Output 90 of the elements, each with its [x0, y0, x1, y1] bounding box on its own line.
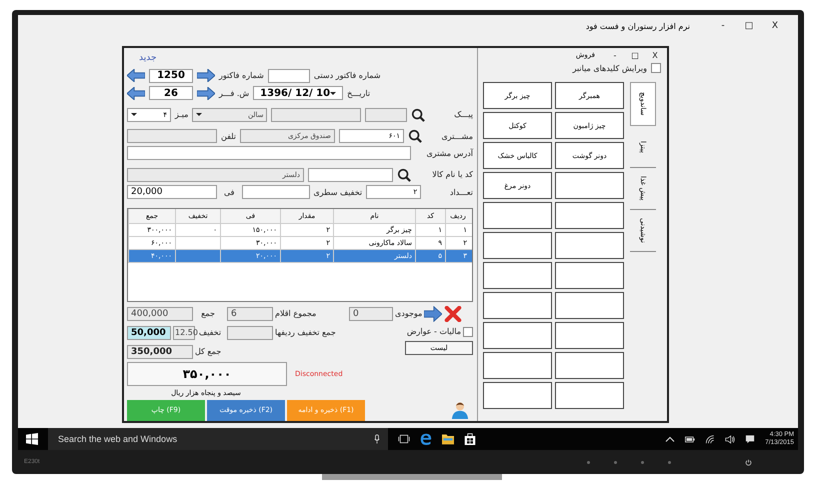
panel-control[interactable]: □ [625, 50, 645, 60]
wifi-icon[interactable] [705, 434, 716, 444]
search-icon[interactable] [408, 129, 422, 144]
menu-item-button[interactable] [555, 322, 624, 349]
store-bag-icon[interactable] [464, 433, 476, 445]
discount-percent-field[interactable]: 12.50 [173, 326, 195, 340]
monitor-button-icon[interactable] [668, 460, 671, 464]
field-label: موجودی [395, 309, 422, 318]
invoice-number-field[interactable]: 1250 [149, 68, 193, 83]
field-label: تعـــداد [448, 188, 473, 197]
discount-field[interactable]: 50,000 [127, 326, 171, 340]
menu-item-button[interactable] [483, 202, 552, 229]
tax-checkbox[interactable] [463, 326, 473, 337]
courier-code-field [365, 108, 408, 122]
field-label: کد یا نام کالا [431, 170, 473, 180]
field-label: پیـــک [453, 110, 473, 120]
menu-item-button[interactable] [483, 232, 552, 259]
right-arrow-icon[interactable] [424, 306, 442, 322]
item-count-field: 6 [227, 306, 273, 321]
menu-item-button[interactable] [483, 322, 552, 349]
taskbar-search-field[interactable]: Search the web and Windows [48, 428, 388, 450]
task-view-icon[interactable] [398, 433, 410, 445]
window-control[interactable]: □ [736, 21, 762, 31]
field-label: جمع کل [195, 347, 221, 356]
receipt-number-field[interactable]: 26 [149, 86, 193, 100]
microphone-icon[interactable] [374, 434, 380, 444]
folder-icon[interactable] [442, 433, 454, 445]
address-field[interactable] [127, 146, 411, 160]
menu-item-button[interactable] [555, 172, 624, 199]
menu-item-button[interactable] [555, 382, 624, 409]
user-avatar-icon[interactable] [451, 400, 469, 420]
new-link[interactable]: جدید [127, 53, 157, 64]
monitor-button-icon[interactable] [641, 460, 644, 464]
search-icon[interactable] [411, 108, 426, 122]
field-label: تخفیف سطری [314, 188, 362, 197]
total-display: ۳۵۰,۰۰۰ [127, 362, 287, 386]
panel-control[interactable]: - [605, 50, 625, 60]
right-arrow-icon[interactable] [197, 69, 215, 82]
menu-item-button[interactable] [483, 292, 552, 319]
grand-total-field: 350,000 [127, 344, 193, 359]
checkbox-label: ویرایش کلیدهای میانبر [572, 64, 647, 72]
field-label: تاریـــخ [347, 88, 370, 98]
menu-item-button[interactable] [555, 292, 624, 319]
field-label: تلفن [221, 132, 236, 141]
search-icon[interactable] [397, 168, 411, 182]
field-label: جمع تخفیف ردیفها [275, 328, 336, 338]
line-discount-field[interactable] [242, 185, 310, 200]
field-label: فی [223, 188, 236, 197]
field-label: مجموع اقلام [275, 309, 316, 318]
menu-item-button[interactable] [555, 262, 624, 289]
row-discounts-field [227, 326, 273, 340]
date-picker[interactable]: 1396/ 12/ 10 [253, 86, 344, 100]
field-label: جمع [200, 309, 216, 318]
field-label: شماره فاکتور دستی [314, 71, 381, 80]
edit-shortcuts-checkbox[interactable] [651, 63, 661, 73]
right-arrow-icon[interactable] [197, 86, 215, 100]
power-icon[interactable] [745, 458, 752, 466]
close-icon[interactable] [444, 306, 462, 322]
menu-item-button[interactable] [555, 232, 624, 259]
checkbox-label: مالیات - عوارض [406, 327, 461, 336]
window-title: نرم افزار رستوران و فست فود [586, 22, 690, 30]
field-label: ش. فـــر [219, 88, 250, 98]
field-label: آدرس مشتری [426, 148, 473, 158]
price-field[interactable]: 20,000 [127, 185, 217, 200]
field-label: میـز [175, 110, 188, 120]
menu-item-button[interactable] [483, 352, 552, 379]
left-arrow-icon[interactable] [127, 69, 145, 82]
panel-control[interactable]: X [645, 50, 665, 60]
windows-logo-icon[interactable] [26, 433, 38, 445]
monitor-button-icon[interactable] [587, 460, 590, 464]
battery-icon[interactable] [685, 434, 696, 444]
field-label: تخفیف [198, 328, 222, 338]
chevron-up-icon[interactable] [665, 434, 676, 444]
field-label: مشـــتری [440, 132, 473, 141]
manual-invoice-field[interactable] [268, 68, 310, 83]
menu-item-button[interactable] [555, 202, 624, 229]
speaker-icon[interactable] [725, 434, 736, 444]
balance-field: 0 [349, 306, 393, 321]
menu-item-button[interactable] [555, 352, 624, 379]
browser-e-icon[interactable] [420, 433, 432, 445]
window-control[interactable]: - [710, 21, 736, 31]
menu-item-button[interactable] [483, 382, 552, 409]
window-control[interactable]: X [762, 21, 788, 31]
left-arrow-icon[interactable] [127, 86, 145, 100]
item-search-field[interactable] [308, 168, 393, 182]
sum-field: 400,000 [127, 306, 193, 321]
menu-item-button[interactable] [483, 262, 552, 289]
notification-icon[interactable] [745, 434, 756, 444]
field-label: شماره فاکتور [219, 71, 264, 80]
monitor-button-icon[interactable] [614, 460, 617, 464]
